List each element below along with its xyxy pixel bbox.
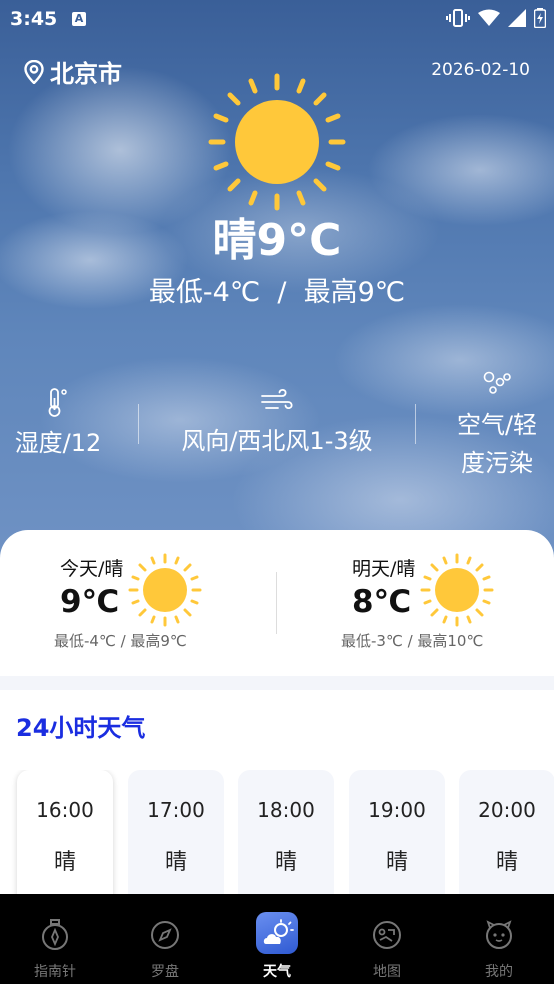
status-bar: 3:45 A <box>0 0 554 36</box>
location-pin-icon <box>24 59 44 84</box>
vibrate-icon <box>446 9 470 27</box>
nav-label: 罗盘 <box>151 964 179 980</box>
nav-item-map[interactable]: 地图 <box>332 894 442 984</box>
section-spacer <box>0 676 554 690</box>
nav-item-weather[interactable]: 天气 <box>222 894 332 984</box>
tomorrow-temp: 8℃ <box>352 584 412 620</box>
city-name: 北京市 <box>50 60 122 88</box>
today-forecast[interactable]: 今天/晴 9℃ 最低-4℃ / 最高9℃ <box>0 530 277 676</box>
hour-card[interactable]: 16:00 晴 <box>17 770 113 894</box>
tomorrow-label: 明天/晴 <box>352 558 416 580</box>
air-quality-label-line1: 空气/轻 <box>456 411 538 439</box>
signal-icon <box>508 9 526 27</box>
sun-icon <box>420 553 494 627</box>
sun-icon <box>208 73 346 211</box>
today-label: 今天/晴 <box>60 558 124 580</box>
map-icon <box>373 921 401 949</box>
air-quality-label-line2: 度污染 <box>461 449 533 477</box>
thermometer-icon <box>48 388 67 417</box>
tomorrow-forecast[interactable]: 明天/晴 8℃ 最低-3℃ / 最高10℃ <box>277 530 554 676</box>
wind-label: 风向/西北风1-3级 <box>181 427 373 455</box>
air-quality-stat: 空气/轻 度污染 <box>446 370 548 482</box>
stat-divider <box>138 404 139 444</box>
wind-stat: 风向/西北风1-3级 <box>160 386 394 460</box>
today-range: 最低-4℃ / 最高9℃ <box>54 632 187 650</box>
hourly-title: 24小时天气 <box>16 714 146 742</box>
wind-icon <box>261 389 293 409</box>
hour-condition: 晴 <box>53 850 76 875</box>
hour-time: 19:00 <box>368 798 426 822</box>
hour-condition: 晴 <box>495 850 518 875</box>
current-date: 2026-02-10 <box>431 60 530 80</box>
bottom-nav: 指南针 罗盘 天气 地图 我的 <box>0 894 554 984</box>
hour-condition: 晴 <box>385 850 408 875</box>
compass-watch-icon <box>42 919 68 950</box>
nav-label: 地图 <box>373 964 401 980</box>
nav-item-compass-watch[interactable]: 指南针 <box>0 894 110 984</box>
nav-item-compass[interactable]: 罗盘 <box>110 894 220 984</box>
hour-condition: 晴 <box>164 850 187 875</box>
hour-condition: 晴 <box>274 850 297 875</box>
notification-icon: A <box>72 12 86 26</box>
current-temp-range: 最低-4℃ / 最高9℃ <box>148 277 406 308</box>
hour-card[interactable]: 19:00 晴 <box>349 770 445 894</box>
nav-label: 天气 <box>263 964 291 980</box>
hourly-list[interactable]: 16:00 晴 17:00 晴 18:00 晴 19:00 晴 20:00 晴 <box>0 770 554 894</box>
hour-time: 16:00 <box>36 798 94 822</box>
hour-card[interactable]: 18:00 晴 <box>238 770 334 894</box>
profile-icon <box>486 920 512 949</box>
humidity-stat: 湿度/12 <box>6 386 110 462</box>
today-temp: 9℃ <box>60 584 120 620</box>
nav-label: 指南针 <box>34 964 76 980</box>
nav-item-profile[interactable]: 我的 <box>444 894 554 984</box>
hour-time: 20:00 <box>478 798 536 822</box>
status-time: 3:45 <box>10 8 58 30</box>
current-condition-temp: 晴9°C <box>212 215 342 266</box>
wifi-icon <box>478 9 500 26</box>
stat-divider <box>415 404 416 444</box>
forecast-card: 今天/晴 9℃ 最低-4℃ / 最高9℃ 明天/晴 8℃ 最低-3℃ / 最高1… <box>0 530 554 676</box>
weather-icon <box>263 919 294 944</box>
location[interactable]: 北京市 <box>24 54 122 89</box>
humidity-label: 湿度/12 <box>14 429 102 457</box>
hour-time: 18:00 <box>257 798 315 822</box>
air-quality-icon <box>483 371 511 394</box>
hour-card[interactable]: 20:00 晴 <box>459 770 554 894</box>
compass-icon <box>151 921 179 949</box>
status-icons <box>446 8 546 28</box>
tomorrow-range: 最低-3℃ / 最高10℃ <box>341 632 484 650</box>
nav-label: 我的 <box>485 964 513 980</box>
hour-card[interactable]: 17:00 晴 <box>128 770 224 894</box>
sun-icon <box>128 553 202 627</box>
hour-time: 17:00 <box>147 798 205 822</box>
battery-icon <box>534 8 546 28</box>
